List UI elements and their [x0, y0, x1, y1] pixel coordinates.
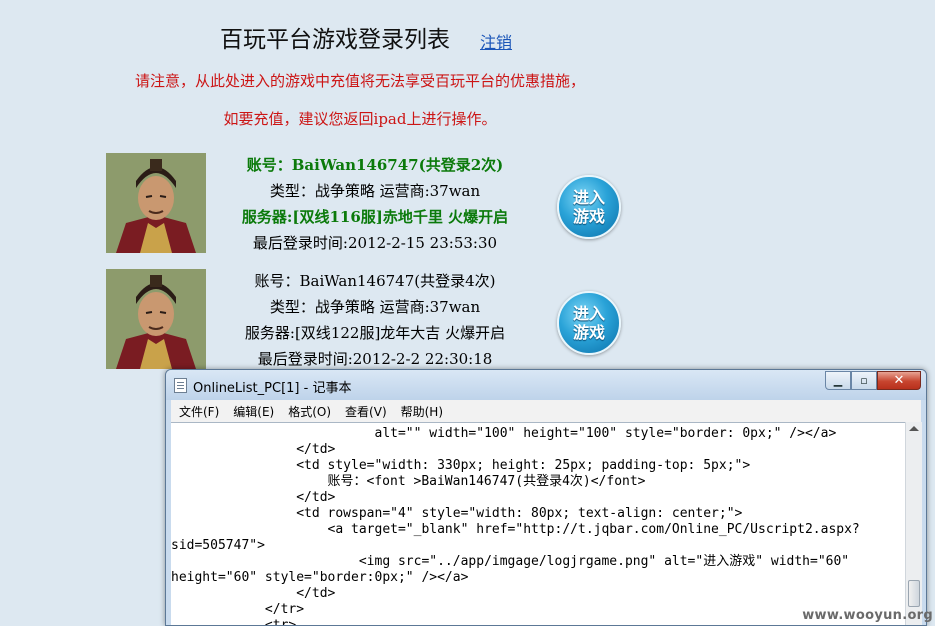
page-title: 百玩平台游戏登录列表: [220, 27, 450, 53]
menu-format[interactable]: 格式(O): [288, 403, 331, 420]
enter-game-label: 游戏: [572, 207, 605, 226]
enter-game-button[interactable]: 进入 游戏: [557, 291, 621, 355]
character-avatar: [106, 153, 206, 253]
last-login-time: 最后登录时间:2012-2-15 23:53:30: [252, 234, 498, 252]
scroll-up-arrow-icon[interactable]: [909, 426, 919, 431]
notepad-icon: [174, 378, 187, 393]
account-row: 账号：BaiWan146747(共登录2次) 类型：战争策略 运营商:37wan…: [0, 150, 935, 260]
enter-game-label: 进入: [572, 304, 605, 323]
maximize-button[interactable]: ▫: [851, 371, 877, 390]
code-line: <tr>: [171, 618, 297, 626]
code-line: <td style="width: 330px; height: 25px; p…: [171, 458, 751, 473]
code-line: </td>: [171, 490, 336, 505]
menu-help[interactable]: 帮助(H): [401, 403, 443, 420]
server-name: 服务器:[双线116服]赤地千里 火爆开启: [241, 208, 509, 226]
code-line: </td>: [171, 442, 336, 457]
game-type: 类型：战争策略 运营商:37wan: [269, 182, 481, 200]
notepad-menubar: 文件(F) 编辑(E) 格式(O) 查看(V) 帮助(H): [171, 400, 921, 422]
menu-edit[interactable]: 编辑(E): [233, 403, 274, 420]
notepad-titlebar[interactable]: OnlineList_PC[1] - 记事本 ▁ ▫ ✕: [166, 370, 926, 400]
account-name: 账号：BaiWan146747(共登录2次): [246, 156, 504, 174]
account-name: 账号：BaiWan146747(共登录4次): [254, 272, 496, 290]
menu-view[interactable]: 查看(V): [345, 403, 387, 420]
code-line: </tr>: [171, 602, 305, 617]
account-info: 账号：BaiWan146747(共登录4次) 类型：战争策略 运营商:37wan…: [210, 268, 540, 372]
game-type: 类型：战争策略 运营商:37wan: [269, 298, 481, 316]
window-controls: ▁ ▫ ✕: [825, 371, 921, 390]
notepad-text-area[interactable]: alt="" width="100" height="100" style="b…: [171, 422, 905, 626]
code-line: </td>: [171, 586, 336, 601]
code-line: <img src="../app/imgage/logjrgame.png" a…: [171, 554, 850, 569]
account-info: 账号：BaiWan146747(共登录2次) 类型：战争策略 运营商:37wan…: [210, 152, 540, 256]
enter-game-button[interactable]: 进入 游戏: [557, 175, 621, 239]
notepad-title: OnlineList_PC[1] - 记事本: [193, 381, 352, 396]
scrollbar-thumb[interactable]: [908, 580, 920, 607]
code-line: alt="" width="100" height="100" style="b…: [171, 426, 837, 441]
enter-game-label: 进入: [572, 188, 605, 207]
enter-game-label: 游戏: [572, 323, 605, 342]
notice-line-1: 请注意，从此处进入的游戏中充值将无法享受百玩平台的优惠措施，: [134, 72, 585, 90]
logout-link[interactable]: 注销: [480, 29, 512, 53]
notice-line-2: 如要充值，建议您返回ipad上进行操作。: [223, 110, 497, 128]
menu-file[interactable]: 文件(F): [179, 403, 219, 420]
account-row: 账号：BaiWan146747(共登录4次) 类型：战争策略 运营商:37wan…: [0, 266, 935, 376]
notepad-window: OnlineList_PC[1] - 记事本 ▁ ▫ ✕ 文件(F) 编辑(E)…: [165, 369, 927, 626]
server-name: 服务器:[双线122服]龙年大吉 火爆开启: [244, 324, 506, 342]
code-line: sid=505747">: [171, 538, 265, 553]
code-line: <a target="_blank" href="http://t.jqbar.…: [171, 522, 860, 537]
minimize-button[interactable]: ▁: [825, 371, 851, 390]
code-line: 账号：<font >BaiWan146747(共登录4次)</font>: [171, 474, 646, 489]
code-line: <td rowspan="4" style="width: 80px; text…: [171, 506, 743, 521]
code-line: height="60" style="border:0px;" /></a>: [171, 570, 469, 585]
character-avatar: [106, 269, 206, 369]
vertical-scrollbar[interactable]: [905, 422, 922, 625]
watermark: www.wooyun.org: [802, 608, 933, 623]
close-button[interactable]: ✕: [877, 371, 921, 390]
